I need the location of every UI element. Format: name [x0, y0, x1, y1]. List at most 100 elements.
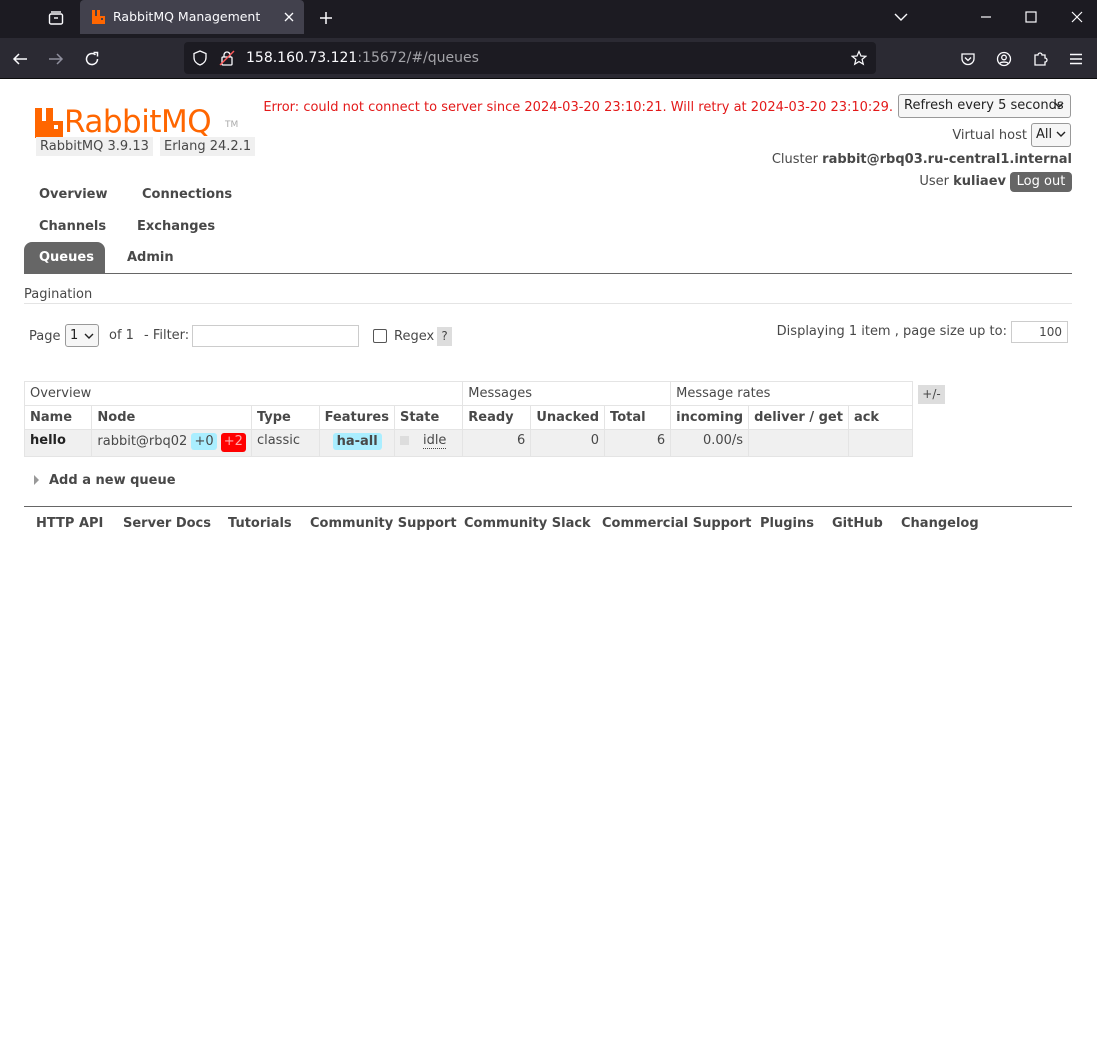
pagination-section-title[interactable]: Pagination	[24, 287, 92, 302]
minimize-button[interactable]	[971, 4, 1001, 30]
cluster-name: rabbit@rbq03.ru-central1.internal	[822, 152, 1072, 167]
maximize-button[interactable]	[1016, 4, 1046, 30]
logo-wordmark: RabbitMQ	[64, 104, 212, 140]
page-selected-value: 1	[70, 328, 79, 343]
footer-link-github[interactable]: GitHub	[832, 516, 883, 531]
rate-ack	[847, 429, 914, 457]
browser-nav-bar: 158.160.73.121:15672/#/queues	[0, 38, 1097, 79]
vhost-selected-value: All	[1036, 127, 1053, 142]
column-header-name[interactable]: Name	[23, 405, 93, 430]
policy-badge: ha-all	[332, 433, 382, 450]
logout-button[interactable]: Log out	[1010, 172, 1072, 192]
column-header-deliver-get[interactable]: deliver / get	[748, 405, 849, 430]
column-options-toggle[interactable]: +/-	[918, 385, 945, 404]
queue-name-link[interactable]: hello	[23, 429, 93, 457]
insecure-lock-icon[interactable]	[219, 50, 235, 66]
close-icon	[284, 12, 294, 22]
footer-link-tutorials[interactable]: Tutorials	[228, 516, 292, 531]
close-window-button[interactable]	[1062, 4, 1092, 30]
address-bar[interactable]: 158.160.73.121:15672/#/queues	[184, 42, 876, 74]
page-number-select[interactable]: 1	[65, 324, 99, 347]
filter-input[interactable]	[192, 325, 359, 347]
chevron-down-icon	[1054, 102, 1064, 108]
rate-incoming: 0.00/s	[670, 429, 750, 457]
messages-total: 6	[604, 429, 672, 457]
column-header-type[interactable]: Type	[250, 405, 320, 430]
column-header-unacked[interactable]: Unacked	[530, 405, 606, 430]
plus-icon	[320, 12, 332, 24]
rabbitmq-logo-icon	[35, 108, 63, 138]
queue-features-cell: ha-all	[318, 429, 395, 457]
add-new-queue-section[interactable]: Add a new queue	[34, 473, 176, 488]
synchronised-mirrors-badge: +0	[191, 433, 217, 450]
page-size-input[interactable]: 100	[1011, 321, 1068, 343]
page-count-label: of 1	[109, 328, 134, 343]
url-text: 158.160.73.121:15672/#/queues	[246, 50, 479, 66]
column-header-total[interactable]: Total	[604, 405, 672, 430]
add-new-queue-label: Add a new queue	[49, 473, 176, 488]
virtual-host-label: Virtual host	[952, 128, 1027, 143]
hamburger-menu-icon	[1070, 53, 1082, 65]
extensions-button[interactable]	[1025, 44, 1055, 74]
rabbitmq-favicon-icon	[92, 10, 105, 24]
state-indicator-icon	[399, 436, 409, 445]
cluster-label: Cluster	[771, 152, 819, 167]
regex-help-button[interactable]: ?	[437, 327, 452, 346]
column-header-ready[interactable]: Ready	[462, 405, 532, 430]
forward-button[interactable]	[41, 44, 71, 74]
connection-error-message: Error: could not connect to server since…	[263, 100, 893, 115]
erlang-version: Erlang 24.2.1	[160, 137, 256, 156]
queue-type: classic	[250, 429, 320, 457]
rate-deliver-get	[748, 429, 849, 457]
footer-link-community-support[interactable]: Community Support	[310, 516, 457, 531]
footer-link-commercial-support[interactable]: Commercial Support	[602, 516, 752, 531]
tab-queues[interactable]: Queues	[39, 250, 94, 265]
app-menu-button[interactable]	[1061, 44, 1091, 74]
page-label: Page	[29, 329, 61, 344]
new-tab-button[interactable]	[313, 5, 339, 31]
browser-tab-bar: RabbitMQ Management	[0, 0, 1097, 38]
chevron-down-icon	[894, 13, 908, 21]
virtual-host-select[interactable]: All	[1031, 123, 1071, 147]
footer-link-community-slack[interactable]: Community Slack	[464, 516, 591, 531]
column-header-features[interactable]: Features	[318, 405, 395, 430]
footer-link-server-docs[interactable]: Server Docs	[123, 516, 211, 531]
tab-close-button[interactable]	[280, 8, 298, 26]
footer-link-changelog[interactable]: Changelog	[901, 516, 979, 531]
group-messages-header: Messages	[462, 381, 672, 406]
footer-link-http-api[interactable]: HTTP API	[36, 516, 103, 531]
bookmark-star-icon[interactable]	[851, 50, 867, 66]
tab-admin[interactable]: Admin	[127, 250, 174, 265]
footer-link-plugins[interactable]: Plugins	[760, 516, 814, 531]
tab-exchanges[interactable]: Exchanges	[137, 219, 215, 234]
account-button[interactable]	[989, 44, 1019, 74]
table-row[interactable]: hello rabbit@rbq02 +0 +2 classic ha-all …	[23, 429, 914, 457]
queues-table: Overview Messages Message rates Name Nod…	[23, 381, 914, 457]
column-header-incoming[interactable]: incoming	[670, 405, 750, 430]
list-all-tabs-button[interactable]	[886, 4, 916, 30]
rabbitmq-management-page: RabbitMQ TM RabbitMQ 3.9.13 Erlang 24.2.…	[0, 80, 1097, 1040]
refresh-interval-select[interactable]: Refresh every 5 seconds	[898, 94, 1071, 118]
regex-checkbox[interactable]	[373, 329, 387, 343]
tab-connections[interactable]: Connections	[142, 187, 232, 202]
reload-button[interactable]	[77, 44, 107, 74]
column-header-state[interactable]: State	[393, 405, 464, 430]
messages-unacked: 0	[530, 429, 606, 457]
back-button[interactable]	[5, 44, 35, 74]
shield-icon[interactable]	[192, 50, 208, 66]
tab-title: RabbitMQ Management	[113, 9, 261, 24]
tab-overview[interactable]: Overview	[39, 187, 108, 202]
minimize-icon	[981, 16, 991, 18]
pocket-button[interactable]	[953, 44, 983, 74]
url-host: 158.160.73.121	[246, 50, 358, 66]
user-name: kuliaev	[953, 174, 1006, 189]
chevron-down-icon	[84, 333, 94, 339]
column-header-ack[interactable]: ack	[847, 405, 914, 430]
tab-channels[interactable]: Channels	[39, 219, 106, 234]
tab-list-button[interactable]	[40, 5, 72, 31]
displaying-count-label: Displaying 1 item , page size up to:	[776, 324, 1007, 339]
cluster-info: Cluster rabbit@rbq03.ru-central1.interna…	[772, 152, 1072, 167]
pagination-divider	[24, 303, 1072, 304]
browser-tab-active[interactable]: RabbitMQ Management	[80, 0, 304, 34]
column-header-node[interactable]: Node	[91, 405, 252, 430]
